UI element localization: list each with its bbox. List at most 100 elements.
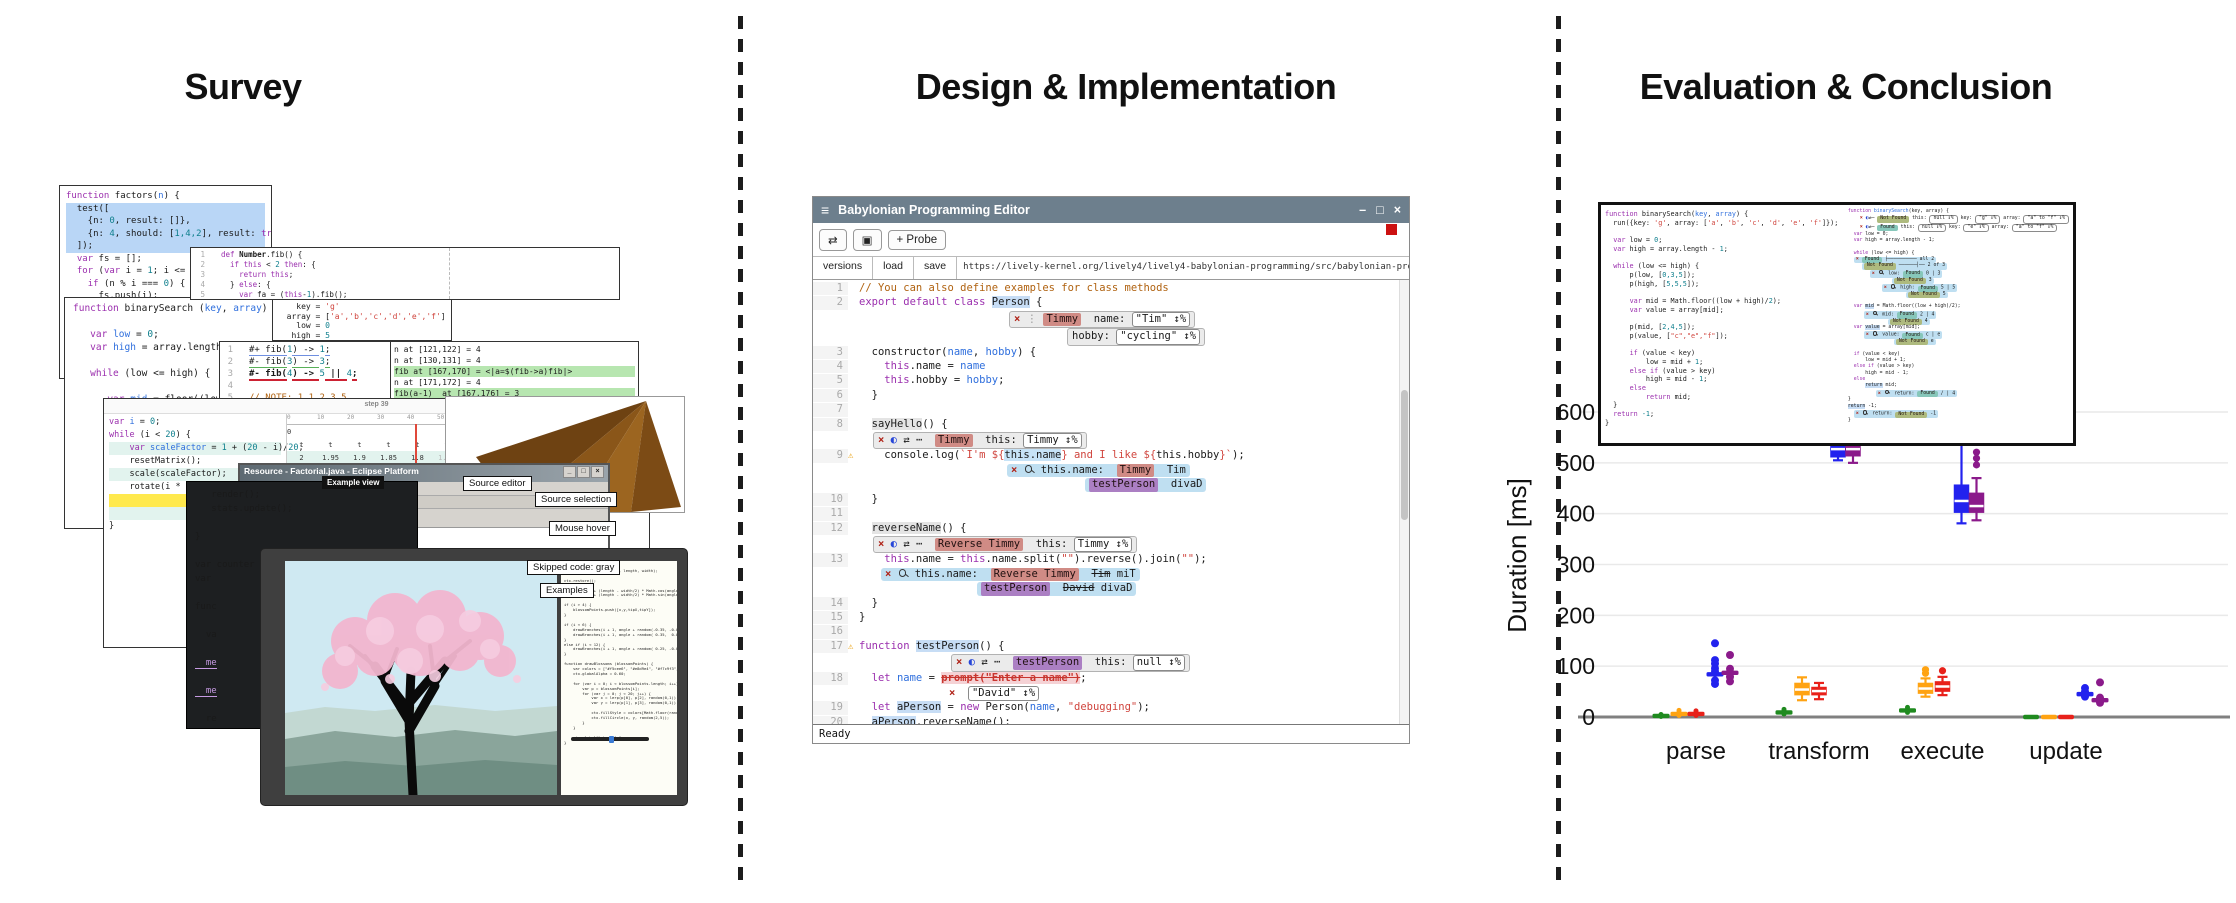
toggle-icon[interactable]: ◐ (891, 434, 904, 446)
example-chip[interactable]: Reverse Timmy (935, 538, 1023, 551)
probe-widget[interactable]: × this.name: Reverse Timmy Tim miT (881, 568, 1140, 581)
example-chip[interactable]: Found (1897, 312, 1917, 318)
probe-widget[interactable]: × mid: Found 2 | 4 (1864, 311, 1937, 319)
load-button[interactable]: load (873, 257, 914, 279)
example-chip[interactable]: Found (1903, 271, 1923, 277)
gutter-spacer (848, 717, 859, 724)
example-chip[interactable]: Timmy (1117, 464, 1155, 477)
probe-widget[interactable]: × value: Found c | e (1864, 331, 1942, 339)
add-probe-button[interactable]: + Probe (888, 230, 947, 250)
example-chip[interactable]: testPerson (1013, 656, 1082, 669)
close-button[interactable]: × (1394, 203, 1401, 217)
example-widget[interactable]: × ◐⇄⋯ Found this: null ↕% key: "e" ↕% ar… (1858, 224, 2060, 232)
value-dropdown[interactable]: "Tim" ↕% (1132, 312, 1191, 327)
value-dropdown[interactable]: "cycling" ↕% (1116, 329, 1200, 344)
swap-button[interactable]: ⇄ (819, 229, 847, 251)
probe-widget[interactable]: Not Found 5 (1906, 292, 1948, 298)
probe-widget[interactable]: Not Found ──────┤── 2 of 3 (1862, 263, 1947, 269)
close-icon[interactable]: × (1866, 333, 1872, 338)
probe-widget[interactable]: × this.name: Timmy Tim (1007, 464, 1190, 477)
magnifier-icon[interactable] (1873, 331, 1878, 336)
example-widget[interactable]: × ◐ ⇄ ⋯ Timmy this: Timmy ↕% (873, 432, 1087, 449)
value-dropdown[interactable]: "David" ↕% (968, 686, 1039, 701)
magnifier-icon[interactable] (1025, 465, 1033, 473)
probe-widget[interactable]: × return: Found / | 4 (1876, 390, 1957, 398)
example-chip[interactable]: Found (1877, 225, 1897, 231)
close-icon[interactable]: × (1884, 286, 1890, 291)
example-widget[interactable]: × ◐⇄⋯ Not Found this: null ↕% key: "g" ↕… (1858, 215, 2071, 223)
close-icon[interactable]: × (1014, 313, 1027, 325)
magnifier-icon[interactable] (1885, 390, 1890, 395)
book-scrubber[interactable] (571, 737, 649, 741)
value-dropdown[interactable]: null ↕% (1133, 655, 1185, 670)
example-widget[interactable]: × ⋮ Timmy name: "Tim" ↕% (1009, 311, 1195, 328)
frame-button[interactable]: ▣ (853, 229, 882, 251)
example-chip[interactable]: testPerson (1089, 478, 1158, 491)
example-chip[interactable]: Not Found (1877, 216, 1909, 222)
probe-widget[interactable]: Not Found e (1894, 339, 1936, 345)
hamburger-menu-icon[interactable]: ≡ (821, 202, 829, 218)
eclipse-window-controls[interactable]: _ □ × (563, 466, 604, 481)
code-editor-area[interactable]: 1 // You can also define examples for cl… (813, 280, 1409, 724)
close-icon[interactable]: × (949, 687, 968, 699)
toggle-icon[interactable]: ◐ (969, 656, 982, 668)
minimize-button[interactable]: _ (563, 466, 576, 478)
magnifier-icon[interactable] (1891, 284, 1896, 289)
probe-widget[interactable]: × return: Not Found -1 (1854, 410, 1938, 418)
minimize-button[interactable]: – (1359, 203, 1366, 217)
close-icon[interactable]: × (885, 568, 898, 580)
value-dropdown[interactable]: "a" to "f" ↕% (2012, 224, 2058, 232)
close-icon[interactable]: × (1872, 271, 1878, 276)
maximize-button[interactable]: □ (577, 466, 590, 478)
maximize-button[interactable]: □ (1376, 203, 1384, 217)
magnifier-icon[interactable] (1879, 270, 1884, 275)
url-field[interactable]: https://lively-kernel.org/lively4/lively… (957, 257, 1409, 279)
code-text (859, 716, 872, 724)
example-widget[interactable]: × "David" ↕% (945, 686, 1043, 701)
example-widget[interactable]: × ◐ ⇄ ⋯ testPerson this: null ↕% (951, 654, 1190, 671)
example-widget[interactable]: × ◐ ⇄ ⋯ Reverse Timmy this: Timmy ↕% (873, 536, 1137, 553)
value-dropdown[interactable]: null ↕% (1918, 224, 1946, 232)
value-dropdown[interactable]: Timmy ↕% (1023, 433, 1082, 448)
example-chip[interactable]: Not Found (1896, 339, 1928, 345)
probe-widget[interactable]: testPerson David divaD (977, 582, 1136, 595)
toggle-icon[interactable]: ◐ (891, 538, 904, 550)
example-chip[interactable]: Timmy (1043, 313, 1081, 326)
magnifier-icon[interactable] (1863, 410, 1868, 415)
probe-widget[interactable]: × high: Found 5 | 5 (1882, 284, 1957, 292)
close-icon[interactable]: × (1011, 464, 1024, 476)
fib-test-code: 1 #+ fib(1) -> 1;2 #- fib(3) -> 3;3 #- f… (220, 342, 390, 406)
value-dropdown[interactable]: "e" ↕% (1963, 224, 1988, 232)
close-icon[interactable]: × (1856, 257, 1862, 262)
save-button[interactable]: save (914, 257, 957, 279)
close-icon[interactable]: × (1866, 312, 1872, 317)
example-chip[interactable]: Reverse Timmy (991, 568, 1079, 581)
value-dropdown[interactable]: Timmy ↕% (1074, 537, 1133, 552)
magnifier-icon[interactable] (1873, 311, 1878, 316)
close-icon[interactable]: × (956, 656, 969, 668)
probe-widget[interactable]: Not Found 3 (1892, 278, 1934, 284)
probe-widget[interactable]: × low: Found 0 | 3 (1870, 270, 1943, 278)
example-chip[interactable]: testPerson (981, 582, 1050, 595)
scrollbar[interactable] (1399, 280, 1409, 724)
example-widget[interactable]: hobby: "cycling" ↕% (1067, 328, 1205, 345)
babylonian-titlebar[interactable]: ≡ Babylonian Programming Editor – □ × (813, 197, 1409, 223)
close-icon[interactable]: × (1856, 412, 1862, 417)
close-icon[interactable]: × (878, 434, 891, 446)
value-dropdown[interactable]: "g" ↕% (1975, 215, 2000, 223)
magnifier-icon[interactable] (899, 569, 907, 577)
example-chip[interactable]: Not Found (1894, 278, 1926, 284)
example-chip[interactable]: Found (1917, 391, 1937, 397)
close-icon[interactable]: × (878, 538, 891, 550)
close-icon[interactable]: × (1878, 391, 1884, 396)
example-chip[interactable]: Not Found (1864, 263, 1896, 269)
example-chip[interactable]: Not Found (1908, 292, 1940, 298)
example-chip[interactable]: Found (1918, 286, 1938, 292)
probe-widget[interactable]: testPerson divaD (1085, 478, 1206, 491)
close-button[interactable]: × (591, 466, 604, 478)
value-dropdown[interactable]: "a" to "f" ↕% (2023, 215, 2069, 223)
example-chip[interactable]: Timmy (935, 434, 973, 447)
tab-versions[interactable]: versions (813, 257, 873, 279)
value-dropdown[interactable]: null ↕% (1929, 215, 1957, 223)
example-chip[interactable]: Not Found (1895, 412, 1927, 418)
